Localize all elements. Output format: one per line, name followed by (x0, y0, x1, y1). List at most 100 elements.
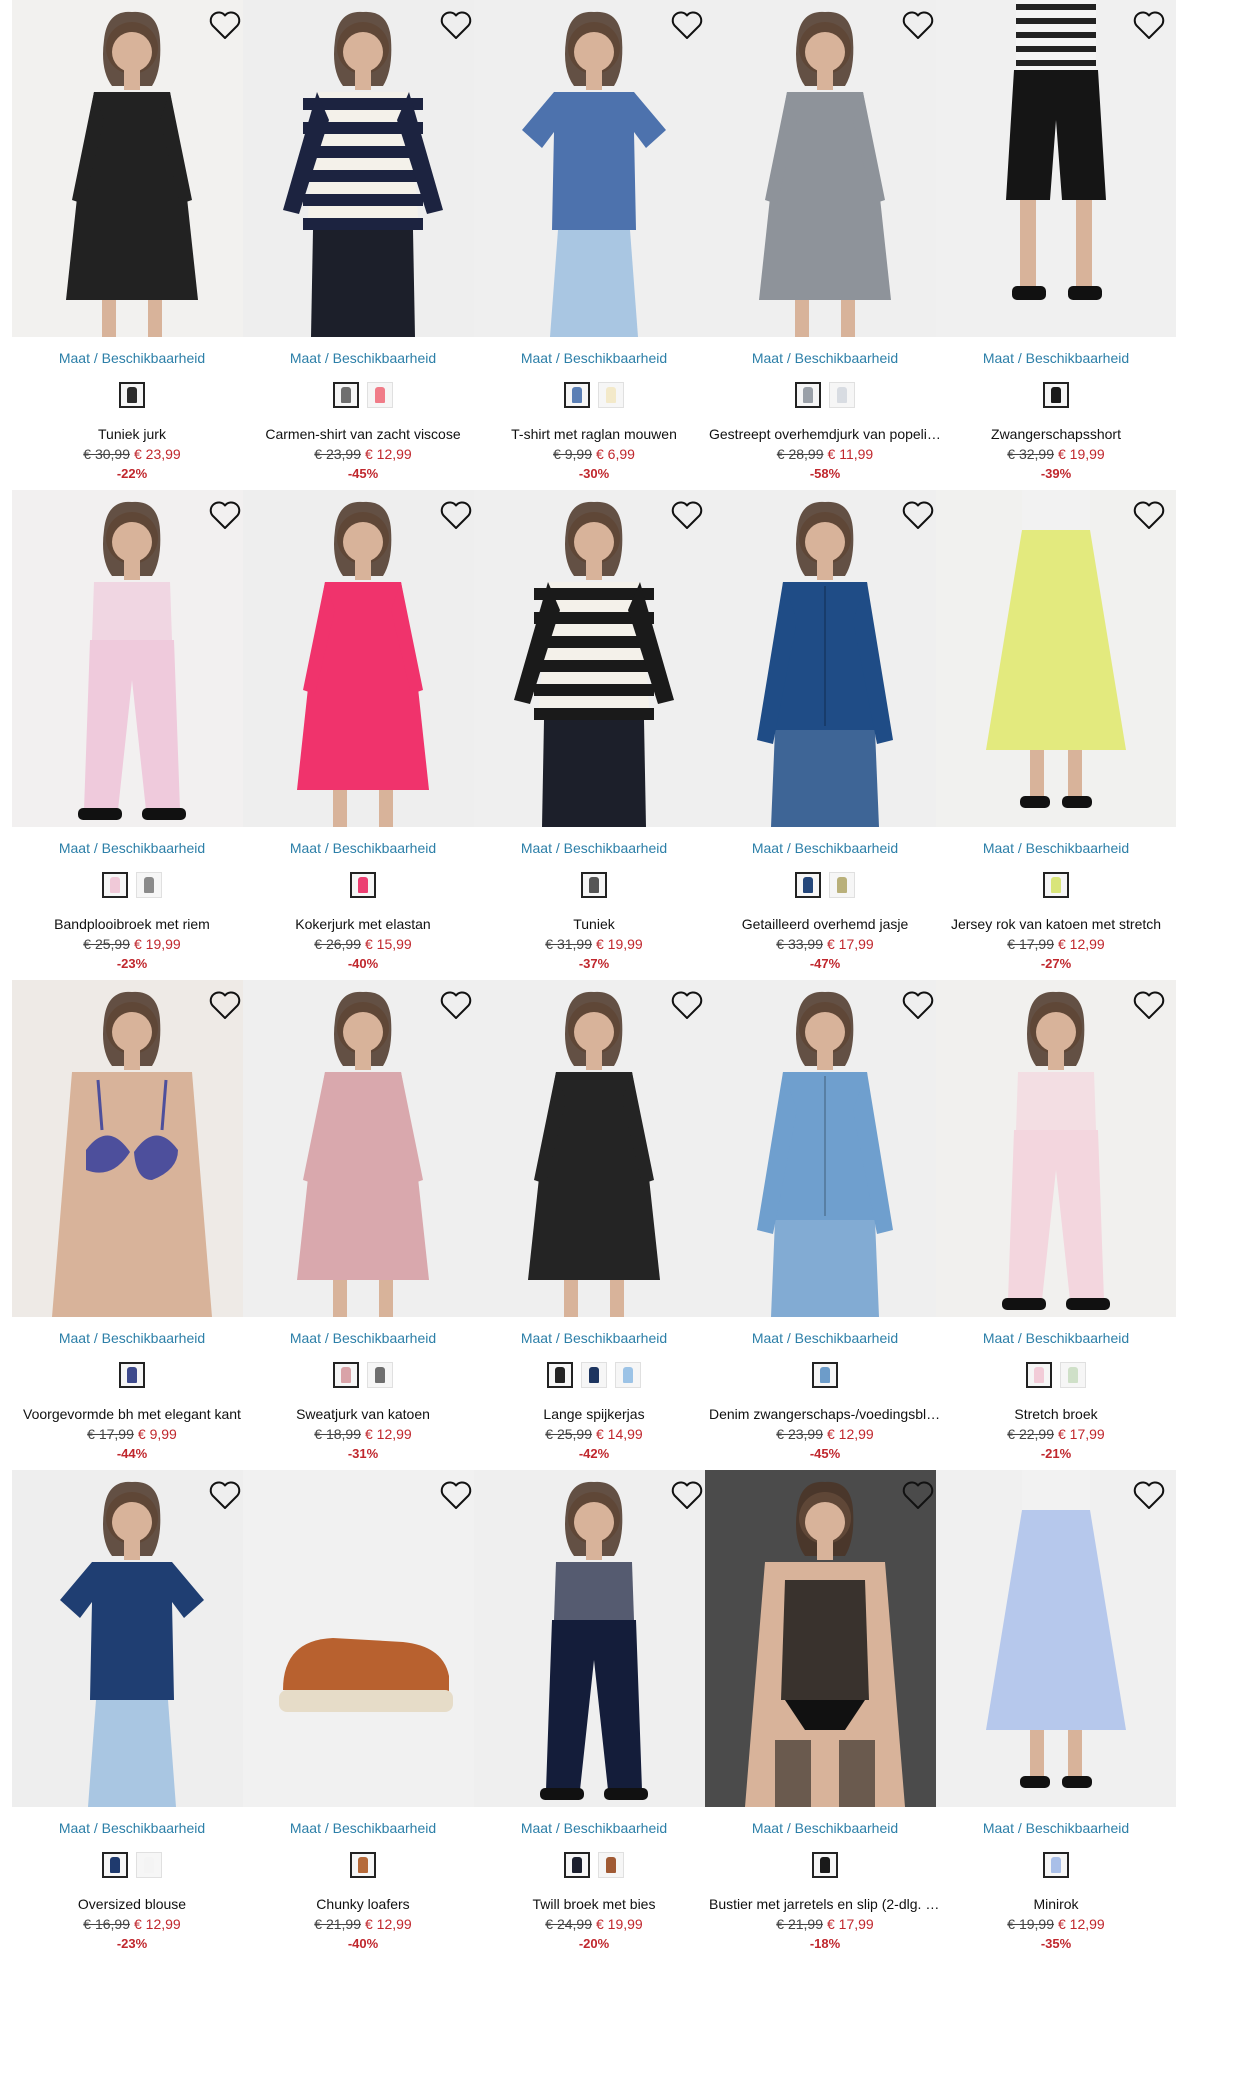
size-availability-link[interactable]: Maat / Beschikbaarheid (12, 350, 252, 366)
wishlist-heart-icon[interactable] (439, 989, 473, 1021)
product-card[interactable]: Maat / Beschikbaarheid Sweatjurk van kato… (243, 980, 483, 1480)
wishlist-heart-icon[interactable] (208, 9, 242, 41)
product-card[interactable]: Maat / Beschikbaarheid Minirok € 19,99 € 12… (936, 1470, 1176, 1970)
color-swatch[interactable] (564, 1852, 590, 1878)
product-name[interactable]: Oversized blouse (16, 1896, 248, 1912)
color-swatch[interactable] (547, 1362, 573, 1388)
color-swatch[interactable] (1026, 1362, 1052, 1388)
product-card[interactable]: Maat / Beschikbaarheid Voorgevormde bh me… (12, 980, 252, 1480)
product-card[interactable]: Maat / Beschikbaarheid Tuniek € 31,99 € 19,… (474, 490, 714, 990)
wishlist-heart-icon[interactable] (901, 9, 935, 41)
color-swatch[interactable] (564, 382, 590, 408)
size-availability-link[interactable]: Maat / Beschikbaarheid (936, 1330, 1176, 1346)
product-name[interactable]: Stretch broek (940, 1406, 1172, 1422)
color-swatch[interactable] (598, 382, 624, 408)
product-image[interactable] (474, 0, 714, 337)
product-name[interactable]: Denim zwangerschaps-/voedingsblouse (709, 1406, 941, 1422)
product-name[interactable]: T-shirt met raglan mouwen (478, 426, 710, 442)
product-image[interactable] (12, 1470, 252, 1807)
size-availability-link[interactable]: Maat / Beschikbaarheid (705, 350, 945, 366)
product-image[interactable] (12, 0, 252, 337)
color-swatch[interactable] (812, 1852, 838, 1878)
color-swatch[interactable] (812, 1362, 838, 1388)
product-card[interactable]: Maat / Beschikbaarheid T-shirt met raglan… (474, 0, 714, 500)
product-image[interactable] (474, 980, 714, 1317)
product-image[interactable] (474, 1470, 714, 1807)
product-image[interactable] (243, 1470, 483, 1807)
product-card[interactable]: Maat / Beschikbaarheid Tuniek jurk € 30,99… (12, 0, 252, 500)
size-availability-link[interactable]: Maat / Beschikbaarheid (936, 840, 1176, 856)
wishlist-heart-icon[interactable] (439, 499, 473, 531)
product-image[interactable] (12, 980, 252, 1317)
product-image[interactable] (936, 1470, 1176, 1807)
size-availability-link[interactable]: Maat / Beschikbaarheid (243, 840, 483, 856)
color-swatch[interactable] (795, 382, 821, 408)
product-image[interactable] (474, 490, 714, 827)
product-image[interactable] (936, 980, 1176, 1317)
color-swatch[interactable] (119, 1362, 145, 1388)
product-image[interactable] (705, 980, 945, 1317)
wishlist-heart-icon[interactable] (208, 499, 242, 531)
color-swatch[interactable] (136, 872, 162, 898)
product-name[interactable]: Getailleerd overhemd jasje (709, 916, 941, 932)
size-availability-link[interactable]: Maat / Beschikbaarheid (936, 350, 1176, 366)
color-swatch[interactable] (1043, 872, 1069, 898)
wishlist-heart-icon[interactable] (208, 1479, 242, 1511)
product-name[interactable]: Chunky loafers (247, 1896, 479, 1912)
wishlist-heart-icon[interactable] (670, 9, 704, 41)
product-name[interactable]: Carmen-shirt van zacht viscose (247, 426, 479, 442)
product-card[interactable]: Maat / Beschikbaarheid Stretch broek € 22,… (936, 980, 1176, 1480)
product-card[interactable]: Maat / Beschikbaarheid Kokerjurk met elas… (243, 490, 483, 990)
size-availability-link[interactable]: Maat / Beschikbaarheid (12, 1330, 252, 1346)
size-availability-link[interactable]: Maat / Beschikbaarheid (243, 1330, 483, 1346)
wishlist-heart-icon[interactable] (439, 9, 473, 41)
wishlist-heart-icon[interactable] (1132, 499, 1166, 531)
product-name[interactable]: Voorgevormde bh met elegant kant (16, 1406, 248, 1422)
color-swatch[interactable] (333, 1362, 359, 1388)
product-card[interactable]: Maat / Beschikbaarheid Chunky loafers € 21… (243, 1470, 483, 1970)
product-card[interactable]: Maat / Beschikbaarheid Lange spijkerjas € … (474, 980, 714, 1480)
color-swatch[interactable] (136, 1852, 162, 1878)
color-swatch[interactable] (829, 872, 855, 898)
product-name[interactable]: Sweatjurk van katoen (247, 1406, 479, 1422)
product-card[interactable]: Maat / Beschikbaarheid Bustier met jarret… (705, 1470, 945, 1970)
color-swatch[interactable] (615, 1362, 641, 1388)
color-swatch[interactable] (367, 382, 393, 408)
color-swatch[interactable] (350, 872, 376, 898)
color-swatch[interactable] (102, 1852, 128, 1878)
wishlist-heart-icon[interactable] (1132, 1479, 1166, 1511)
wishlist-heart-icon[interactable] (1132, 989, 1166, 1021)
color-swatch[interactable] (350, 1852, 376, 1878)
size-availability-link[interactable]: Maat / Beschikbaarheid (243, 350, 483, 366)
product-image[interactable] (243, 980, 483, 1317)
size-availability-link[interactable]: Maat / Beschikbaarheid (705, 840, 945, 856)
size-availability-link[interactable]: Maat / Beschikbaarheid (12, 1820, 252, 1836)
wishlist-heart-icon[interactable] (901, 499, 935, 531)
product-image[interactable] (705, 1470, 945, 1807)
size-availability-link[interactable]: Maat / Beschikbaarheid (474, 840, 714, 856)
product-name[interactable]: Tuniek jurk (16, 426, 248, 442)
size-availability-link[interactable]: Maat / Beschikbaarheid (705, 1820, 945, 1836)
product-name[interactable]: Zwangerschapsshort (940, 426, 1172, 442)
product-card[interactable]: Maat / Beschikbaarheid Jersey rok van kat… (936, 490, 1176, 990)
product-image[interactable] (936, 490, 1176, 827)
color-swatch[interactable] (598, 1852, 624, 1878)
color-swatch[interactable] (581, 1362, 607, 1388)
product-image[interactable] (705, 490, 945, 827)
color-swatch[interactable] (1060, 1362, 1086, 1388)
wishlist-heart-icon[interactable] (670, 989, 704, 1021)
product-image[interactable] (936, 0, 1176, 337)
wishlist-heart-icon[interactable] (901, 1479, 935, 1511)
wishlist-heart-icon[interactable] (208, 989, 242, 1021)
product-card[interactable]: Maat / Beschikbaarheid Getailleerd overhe… (705, 490, 945, 990)
product-image[interactable] (12, 490, 252, 827)
product-card[interactable]: Maat / Beschikbaarheid Oversized blouse € … (12, 1470, 252, 1970)
wishlist-heart-icon[interactable] (439, 1479, 473, 1511)
color-swatch[interactable] (102, 872, 128, 898)
color-swatch[interactable] (367, 1362, 393, 1388)
color-swatch[interactable] (1043, 1852, 1069, 1878)
product-card[interactable]: Maat / Beschikbaarheid Twill broek met bi… (474, 1470, 714, 1970)
product-card[interactable]: Maat / Beschikbaarheid Denim zwangerschap… (705, 980, 945, 1480)
product-card[interactable]: Maat / Beschikbaarheid Zwangerschapsshort… (936, 0, 1176, 500)
wishlist-heart-icon[interactable] (670, 499, 704, 531)
